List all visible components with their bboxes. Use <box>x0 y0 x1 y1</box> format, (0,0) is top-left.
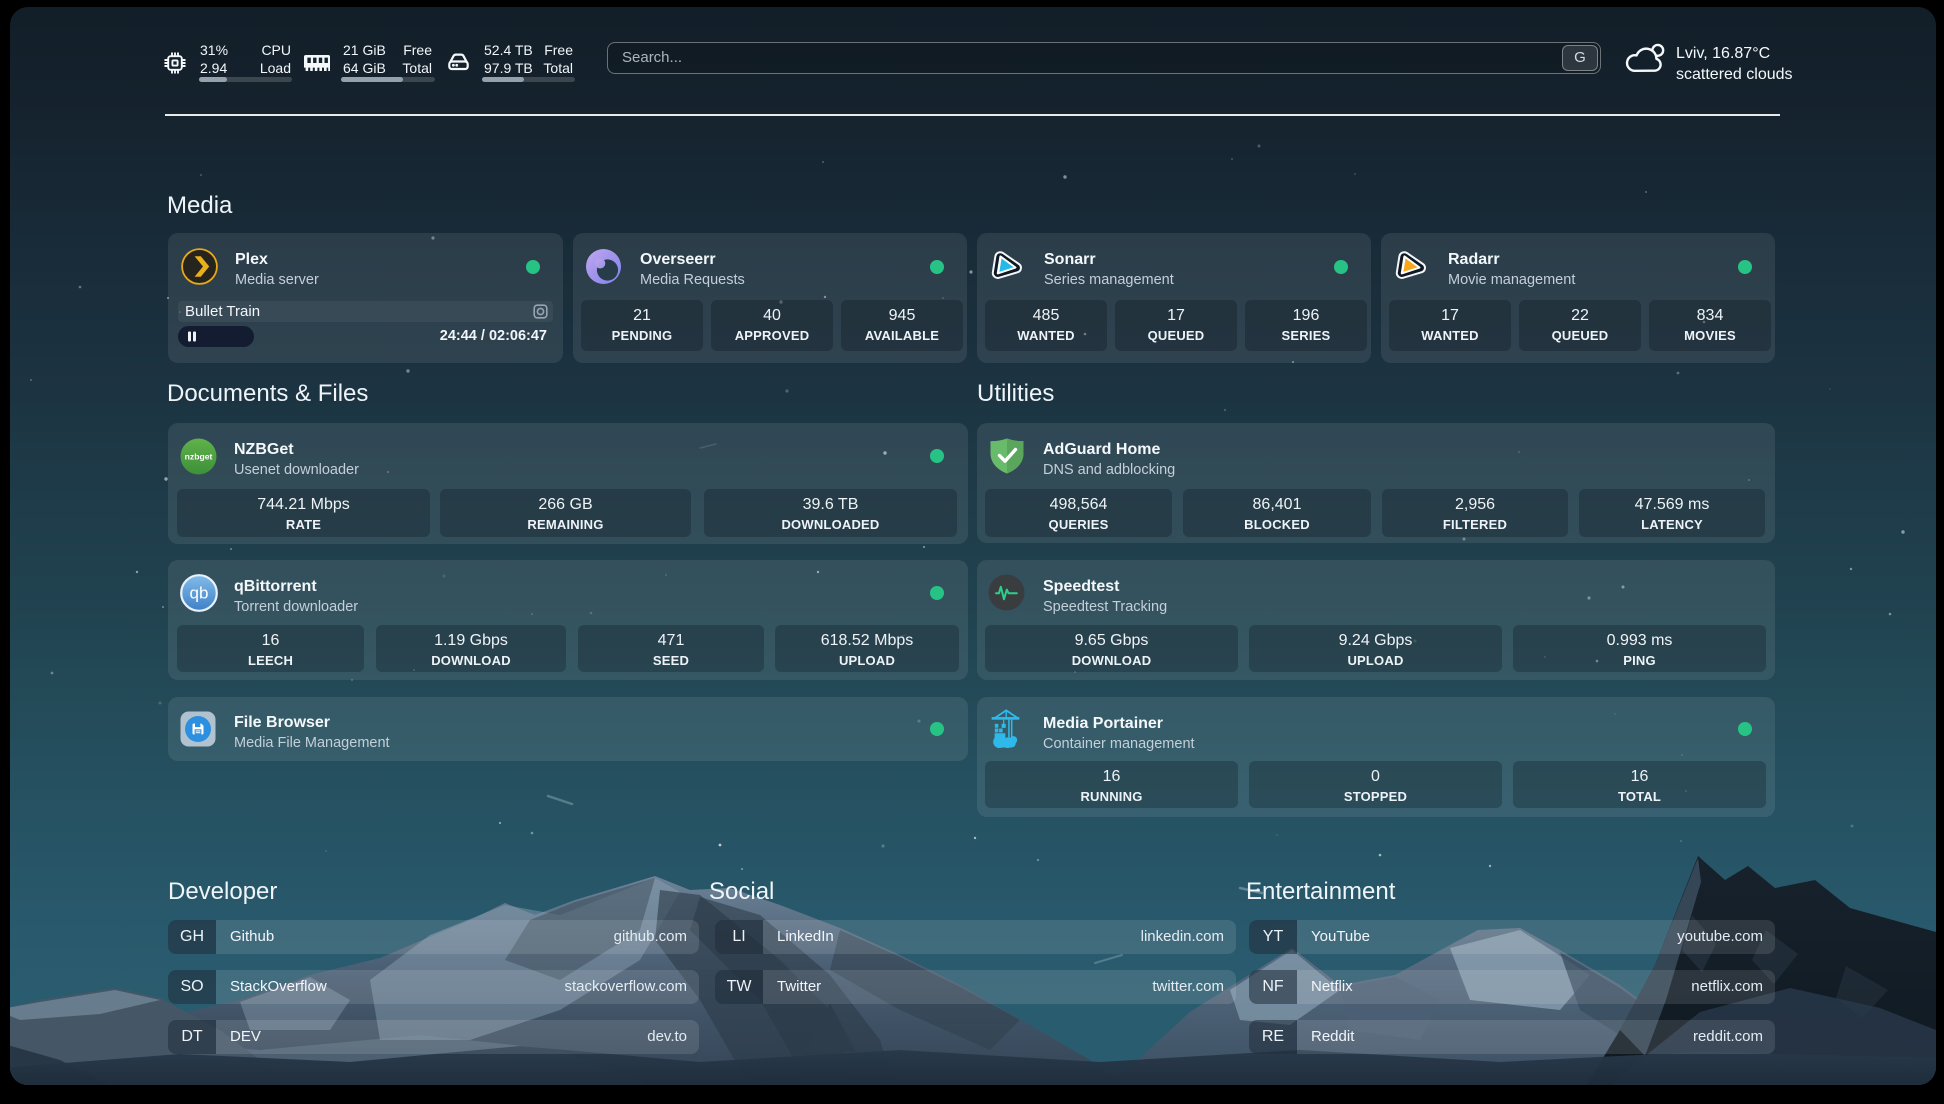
svg-text:nzbget: nzbget <box>185 452 213 462</box>
svg-text:qb: qb <box>190 584 209 603</box>
